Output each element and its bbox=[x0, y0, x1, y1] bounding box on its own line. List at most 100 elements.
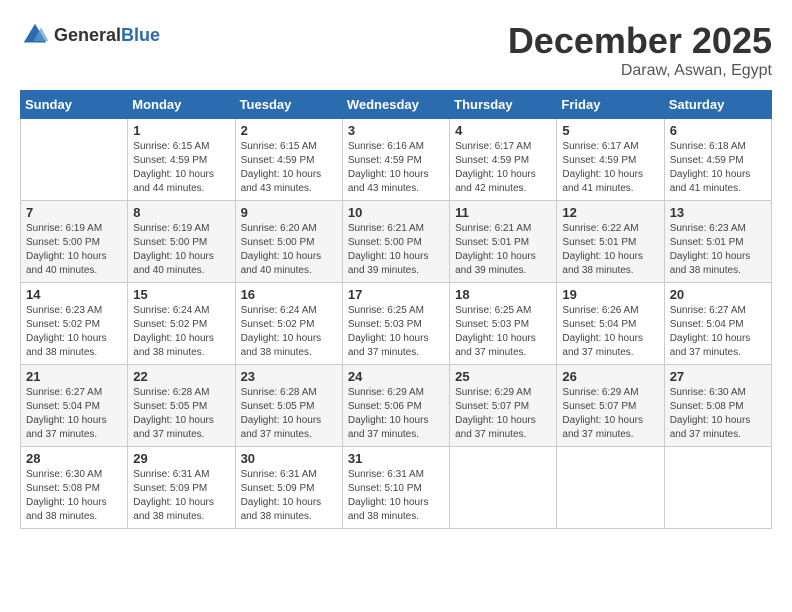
day-info: Sunrise: 6:29 AM Sunset: 5:06 PM Dayligh… bbox=[348, 386, 444, 442]
month-title: December 2025 bbox=[508, 20, 772, 62]
calendar-cell bbox=[557, 447, 664, 529]
calendar-cell: 6Sunrise: 6:18 AM Sunset: 4:59 PM Daylig… bbox=[664, 119, 771, 201]
day-info: Sunrise: 6:25 AM Sunset: 5:03 PM Dayligh… bbox=[348, 304, 444, 360]
day-number: 27 bbox=[670, 369, 766, 384]
day-number: 3 bbox=[348, 123, 444, 138]
calendar-week-row: 21Sunrise: 6:27 AM Sunset: 5:04 PM Dayli… bbox=[21, 365, 772, 447]
calendar-cell: 29Sunrise: 6:31 AM Sunset: 5:09 PM Dayli… bbox=[128, 447, 235, 529]
day-info: Sunrise: 6:21 AM Sunset: 5:01 PM Dayligh… bbox=[455, 222, 551, 278]
weekday-header-thursday: Thursday bbox=[450, 91, 557, 119]
calendar-week-row: 28Sunrise: 6:30 AM Sunset: 5:08 PM Dayli… bbox=[21, 447, 772, 529]
calendar-cell: 4Sunrise: 6:17 AM Sunset: 4:59 PM Daylig… bbox=[450, 119, 557, 201]
day-number: 16 bbox=[241, 287, 337, 302]
calendar-cell: 7 Sunrise: 6:19 AM Sunset: 5:00 PM Daylig… bbox=[21, 201, 128, 283]
calendar-cell: 31 Sunrise: 6:31 AM Sunset: 5:10 PM Dayli… bbox=[342, 447, 449, 529]
day-info: Sunrise: 6:28 AM Sunset: 5:05 PM Dayligh… bbox=[133, 386, 229, 442]
calendar-cell: 1 Sunrise: 6:15 AM Sunset: 4:59 PM Daylig… bbox=[128, 119, 235, 201]
day-info: Sunrise: 6:25 AM Sunset: 5:03 PM Dayligh… bbox=[455, 304, 551, 360]
day-info: Sunrise: 6:16 AM Sunset: 4:59 PM Dayligh… bbox=[348, 140, 444, 196]
day-number: 4 bbox=[455, 123, 551, 138]
day-number: 8 bbox=[133, 205, 229, 220]
calendar-cell: 30 Sunrise: 6:31 AM Sunset: 5:09 PM Dayli… bbox=[235, 447, 342, 529]
calendar-cell: 14 Sunrise: 6:23 AM Sunset: 5:02 PM Dayli… bbox=[21, 283, 128, 365]
day-info: Sunrise: 6:24 AM Sunset: 5:02 PM Dayligh… bbox=[133, 304, 229, 360]
logo-icon bbox=[20, 20, 50, 50]
calendar-cell: 11 Sunrise: 6:21 AM Sunset: 5:01 PM Dayli… bbox=[450, 201, 557, 283]
calendar-cell: 13 Sunrise: 6:23 AM Sunset: 5:01 PM Dayli… bbox=[664, 201, 771, 283]
day-number: 29 bbox=[133, 451, 229, 466]
calendar-cell: 8 Sunrise: 6:19 AM Sunset: 5:00 PM Daylig… bbox=[128, 201, 235, 283]
calendar-cell: 5 Sunrise: 6:17 AM Sunset: 4:59 PM Daylig… bbox=[557, 119, 664, 201]
page-header: GeneralBlue December 2025 Daraw, Aswan, … bbox=[20, 20, 772, 80]
day-info: Sunrise: 6:24 AM Sunset: 5:02 PM Dayligh… bbox=[241, 304, 337, 360]
calendar-cell: 28Sunrise: 6:30 AM Sunset: 5:08 PM Dayli… bbox=[21, 447, 128, 529]
day-number: 7 bbox=[26, 205, 122, 220]
day-info: Sunrise: 6:17 AM Sunset: 4:59 PM Dayligh… bbox=[562, 140, 658, 196]
location: Daraw, Aswan, Egypt bbox=[508, 62, 772, 80]
calendar-cell: 9 Sunrise: 6:20 AM Sunset: 5:00 PM Daylig… bbox=[235, 201, 342, 283]
day-number: 22 bbox=[133, 369, 229, 384]
calendar-cell bbox=[664, 447, 771, 529]
day-number: 6 bbox=[670, 123, 766, 138]
day-number: 30 bbox=[241, 451, 337, 466]
day-info: Sunrise: 6:19 AM Sunset: 5:00 PM Dayligh… bbox=[26, 222, 122, 278]
calendar-cell: 20 Sunrise: 6:27 AM Sunset: 5:04 PM Dayli… bbox=[664, 283, 771, 365]
day-info: Sunrise: 6:15 AM Sunset: 4:59 PM Dayligh… bbox=[133, 140, 229, 196]
day-info: Sunrise: 6:30 AM Sunset: 5:08 PM Dayligh… bbox=[26, 468, 122, 524]
day-info: Sunrise: 6:20 AM Sunset: 5:00 PM Dayligh… bbox=[241, 222, 337, 278]
day-number: 18 bbox=[455, 287, 551, 302]
day-number: 2 bbox=[241, 123, 337, 138]
calendar-cell: 18 Sunrise: 6:25 AM Sunset: 5:03 PM Dayli… bbox=[450, 283, 557, 365]
calendar-cell: 16 Sunrise: 6:24 AM Sunset: 5:02 PM Dayli… bbox=[235, 283, 342, 365]
day-number: 14 bbox=[26, 287, 122, 302]
day-info: Sunrise: 6:21 AM Sunset: 5:00 PM Dayligh… bbox=[348, 222, 444, 278]
weekday-header-monday: Monday bbox=[128, 91, 235, 119]
day-info: Sunrise: 6:23 AM Sunset: 5:02 PM Dayligh… bbox=[26, 304, 122, 360]
day-number: 13 bbox=[670, 205, 766, 220]
day-info: Sunrise: 6:29 AM Sunset: 5:07 PM Dayligh… bbox=[455, 386, 551, 442]
logo: GeneralBlue bbox=[20, 20, 160, 50]
day-number: 17 bbox=[348, 287, 444, 302]
day-number: 31 bbox=[348, 451, 444, 466]
logo-text-general: General bbox=[54, 25, 121, 45]
weekday-header-wednesday: Wednesday bbox=[342, 91, 449, 119]
day-number: 9 bbox=[241, 205, 337, 220]
day-number: 11 bbox=[455, 205, 551, 220]
day-info: Sunrise: 6:15 AM Sunset: 4:59 PM Dayligh… bbox=[241, 140, 337, 196]
day-info: Sunrise: 6:19 AM Sunset: 5:00 PM Dayligh… bbox=[133, 222, 229, 278]
day-number: 5 bbox=[562, 123, 658, 138]
logo-text-blue: Blue bbox=[121, 25, 160, 45]
calendar-week-row: 14 Sunrise: 6:23 AM Sunset: 5:02 PM Dayli… bbox=[21, 283, 772, 365]
day-number: 15 bbox=[133, 287, 229, 302]
day-number: 10 bbox=[348, 205, 444, 220]
calendar-cell: 2 Sunrise: 6:15 AM Sunset: 4:59 PM Daylig… bbox=[235, 119, 342, 201]
calendar-cell: 10 Sunrise: 6:21 AM Sunset: 5:00 PM Dayli… bbox=[342, 201, 449, 283]
weekday-header-sunday: Sunday bbox=[21, 91, 128, 119]
day-info: Sunrise: 6:22 AM Sunset: 5:01 PM Dayligh… bbox=[562, 222, 658, 278]
day-number: 20 bbox=[670, 287, 766, 302]
calendar-cell: 22 Sunrise: 6:28 AM Sunset: 5:05 PM Dayli… bbox=[128, 365, 235, 447]
calendar-cell: 26 Sunrise: 6:29 AM Sunset: 5:07 PM Dayli… bbox=[557, 365, 664, 447]
weekday-header-row: SundayMondayTuesdayWednesdayThursdayFrid… bbox=[21, 91, 772, 119]
calendar-cell: 24Sunrise: 6:29 AM Sunset: 5:06 PM Dayli… bbox=[342, 365, 449, 447]
day-info: Sunrise: 6:27 AM Sunset: 5:04 PM Dayligh… bbox=[670, 304, 766, 360]
calendar-cell: 23 Sunrise: 6:28 AM Sunset: 5:05 PM Dayli… bbox=[235, 365, 342, 447]
day-info: Sunrise: 6:23 AM Sunset: 5:01 PM Dayligh… bbox=[670, 222, 766, 278]
day-number: 12 bbox=[562, 205, 658, 220]
calendar-cell: 15 Sunrise: 6:24 AM Sunset: 5:02 PM Dayli… bbox=[128, 283, 235, 365]
day-number: 1 bbox=[133, 123, 229, 138]
weekday-header-friday: Friday bbox=[557, 91, 664, 119]
day-info: Sunrise: 6:27 AM Sunset: 5:04 PM Dayligh… bbox=[26, 386, 122, 442]
day-number: 23 bbox=[241, 369, 337, 384]
calendar-cell bbox=[450, 447, 557, 529]
calendar-cell: 25Sunrise: 6:29 AM Sunset: 5:07 PM Dayli… bbox=[450, 365, 557, 447]
day-number: 26 bbox=[562, 369, 658, 384]
calendar-cell: 12 Sunrise: 6:22 AM Sunset: 5:01 PM Dayli… bbox=[557, 201, 664, 283]
day-info: Sunrise: 6:29 AM Sunset: 5:07 PM Dayligh… bbox=[562, 386, 658, 442]
day-info: Sunrise: 6:31 AM Sunset: 5:09 PM Dayligh… bbox=[241, 468, 337, 524]
day-info: Sunrise: 6:31 AM Sunset: 5:10 PM Dayligh… bbox=[348, 468, 444, 524]
day-info: Sunrise: 6:28 AM Sunset: 5:05 PM Dayligh… bbox=[241, 386, 337, 442]
calendar-week-row: 1 Sunrise: 6:15 AM Sunset: 4:59 PM Daylig… bbox=[21, 119, 772, 201]
calendar-cell: 27Sunrise: 6:30 AM Sunset: 5:08 PM Dayli… bbox=[664, 365, 771, 447]
day-number: 19 bbox=[562, 287, 658, 302]
